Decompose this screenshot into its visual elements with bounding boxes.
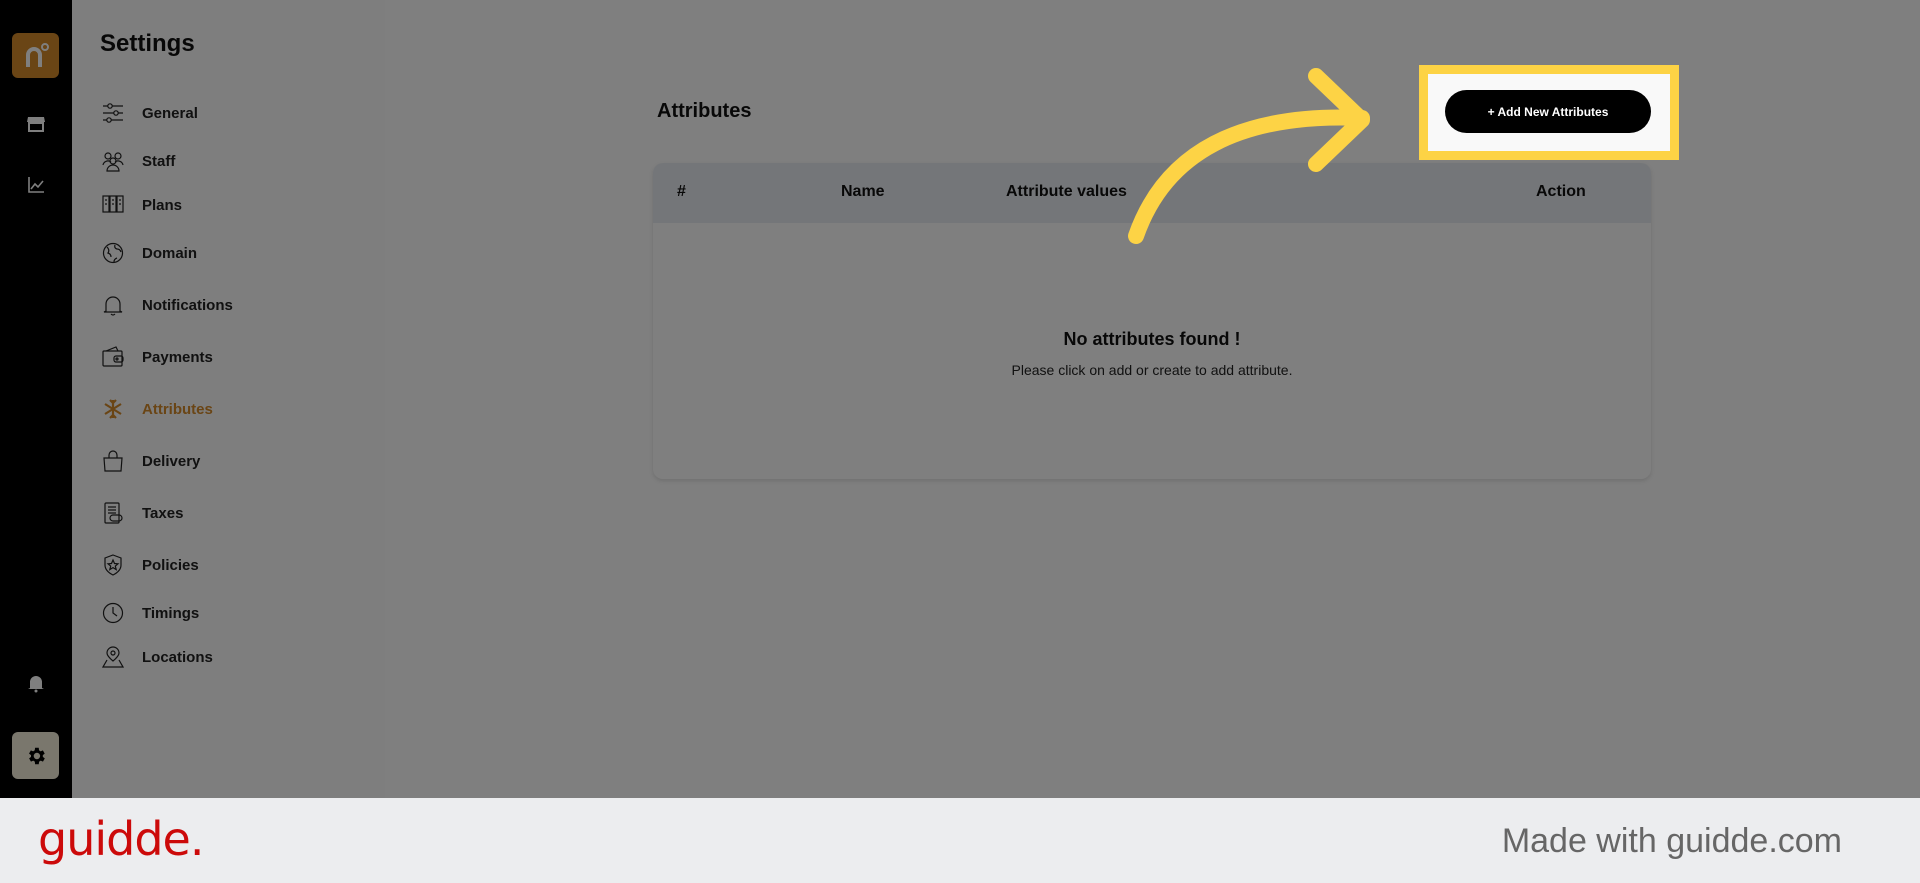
footer-bar: guidde. Made with guidde.com (0, 798, 1920, 883)
nav-item-label: Payments (142, 348, 213, 366)
staff-icon (102, 150, 124, 172)
highlight-box: + Add New Attributes (1419, 65, 1679, 160)
nav-item-notifications[interactable]: Notifications (102, 292, 233, 318)
snowflake-icon (102, 398, 124, 420)
icon-rail (0, 0, 72, 798)
store-icon (26, 117, 45, 132)
bag-icon (102, 450, 124, 472)
nav-item-label: Plans (142, 196, 183, 214)
settings-title: Settings (100, 30, 195, 57)
nav-item-plans[interactable]: Plans (102, 192, 182, 218)
empty-state-title: No attributes found ! (1063, 329, 1241, 349)
rail-store-button[interactable] (12, 104, 59, 144)
app-window: Settings General Staff Plans Domain Noti… (0, 0, 1920, 798)
table-header: # Name Attribute values Action (653, 163, 1651, 223)
rail-analytics-button[interactable] (12, 165, 59, 205)
logo-icon (25, 42, 49, 67)
rail-settings-button[interactable] (12, 732, 59, 779)
wallet-icon (102, 346, 124, 368)
nav-item-label: Taxes (142, 504, 184, 522)
page-title: Attributes (657, 100, 752, 122)
nav-item-label: Locations (142, 648, 213, 666)
column-header-attribute-values: Attribute values (1006, 183, 1127, 200)
shield-star-icon (102, 554, 124, 576)
nav-item-label: Policies (142, 556, 199, 574)
nav-item-policies[interactable]: Policies (102, 552, 199, 578)
nav-item-general[interactable]: General (102, 100, 198, 126)
nav-item-payments[interactable]: Payments (102, 344, 213, 370)
nav-item-label: Timings (142, 604, 200, 622)
rail-notifications-button[interactable] (12, 663, 59, 703)
nav-item-locations[interactable]: Locations (102, 644, 213, 670)
nav-item-attributes[interactable]: Attributes (102, 396, 213, 422)
gear-icon (28, 747, 45, 764)
column-header-index: # (677, 183, 686, 200)
column-header-action: Action (1536, 183, 1586, 200)
bell-icon (27, 676, 44, 693)
nav-item-taxes[interactable]: Taxes (102, 500, 183, 526)
globe-icon (102, 242, 124, 264)
guidde-logo: guidde. (38, 812, 204, 866)
nav-item-staff[interactable]: Staff (102, 148, 175, 174)
location-icon (102, 646, 124, 668)
made-with-text: Made with guidde.com (1501, 822, 1842, 860)
attributes-table: # Name Attribute values Action No attrib… (653, 163, 1651, 479)
add-new-attributes-button[interactable]: + Add New Attributes (1445, 90, 1651, 133)
nav-item-label: Notifications (142, 296, 233, 314)
nav-item-delivery[interactable]: Delivery (102, 448, 200, 474)
nav-item-label: Attributes (142, 400, 213, 418)
bell-icon (102, 294, 124, 316)
app-logo[interactable] (12, 33, 59, 78)
nav-item-domain[interactable]: Domain (102, 240, 197, 266)
settings-panel: Settings General Staff Plans Domain Noti… (72, 0, 385, 798)
nav-item-label: Domain (142, 244, 198, 262)
nav-item-label: Delivery (142, 452, 201, 470)
tax-icon (102, 502, 124, 524)
nav-item-label: Staff (142, 152, 176, 170)
empty-state-subtitle: Please click on add or create to add att… (1011, 362, 1293, 378)
nav-item-label: General (142, 104, 198, 122)
sliders-icon (102, 102, 124, 124)
column-header-name: Name (841, 183, 885, 200)
nav-item-timings[interactable]: Timings (102, 600, 199, 626)
main-content: Attributes # Name Attribute values Actio… (385, 0, 1920, 798)
analytics-icon (27, 177, 44, 193)
plans-icon (102, 194, 124, 216)
clock-icon (102, 602, 124, 624)
